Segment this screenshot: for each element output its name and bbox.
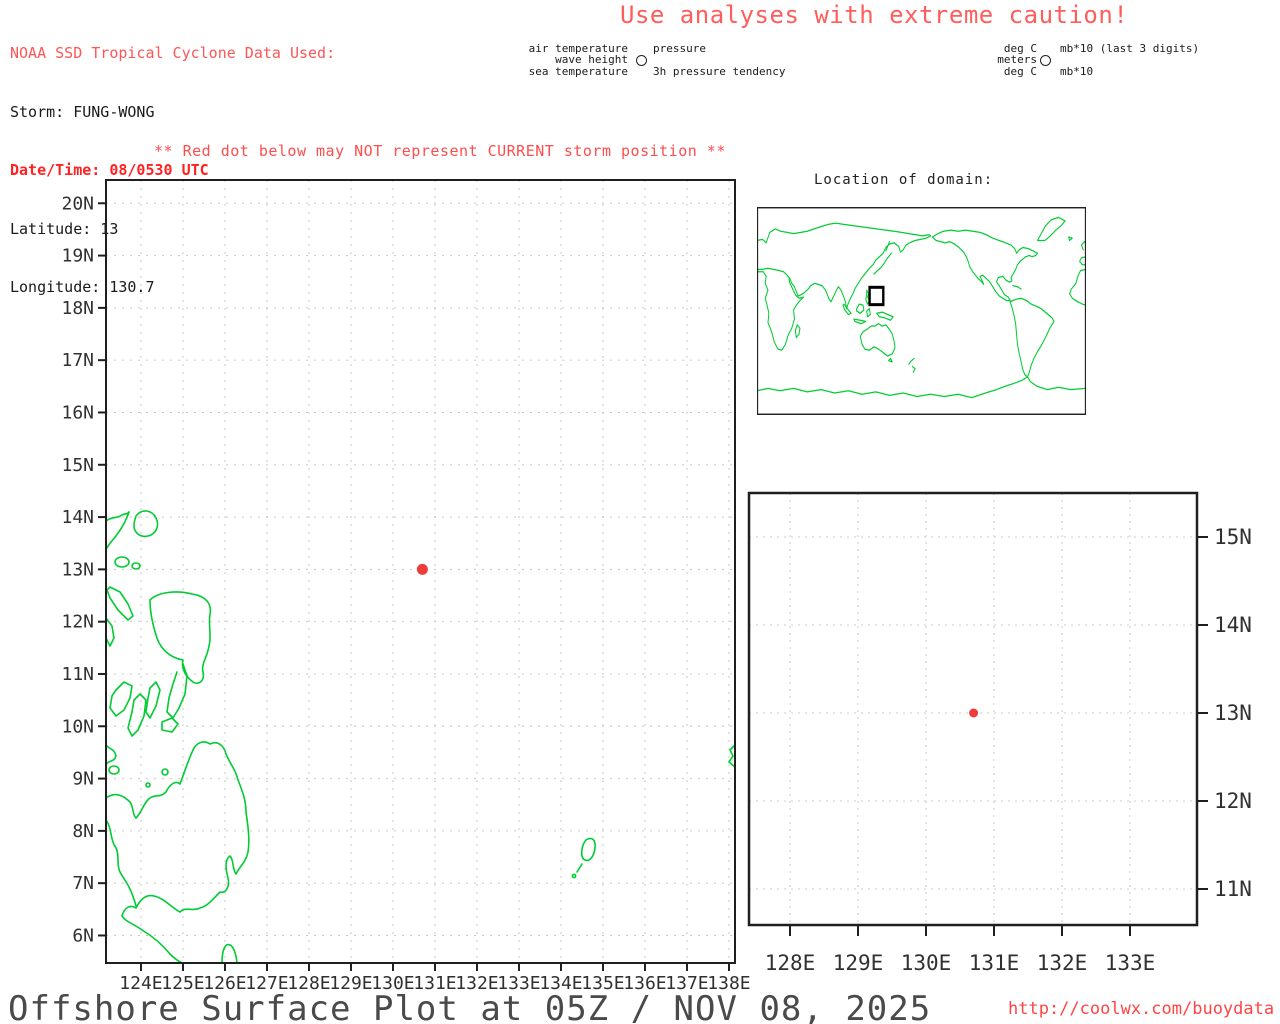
lat-tick-label: 6N: [72, 925, 94, 946]
zoom-map-axes: 128E 129E 130E 131E 132E 133E 15N 14N 13N 12N 11N: [765, 525, 1252, 975]
offshore-surface-plot-screen: NOAA SSD Tropical Cyclone Data Used: Sto…: [0, 0, 1280, 1024]
site-url-link[interactable]: http://coolwx.com/buoydata: [1008, 999, 1274, 1019]
noaa-source-line: NOAA SSD Tropical Cyclone Data Used:: [10, 44, 335, 64]
storm-name-line: Storm: FUNG-WONG: [10, 103, 335, 123]
legend-unit-mb10-label: mb*10: [1060, 66, 1093, 78]
lat-tick-label: 14N: [1214, 613, 1252, 637]
lon-tick-label: 128E: [765, 951, 816, 975]
lat-tick-label: 14N: [61, 507, 94, 528]
lat-tick-label: 12N: [1214, 789, 1252, 813]
lat-tick-label: 15N: [61, 455, 94, 476]
lat-tick-label: 7N: [72, 873, 94, 894]
main-map: 124E125E126E127E128E129E130E131E132E133E…: [40, 168, 760, 998]
lon-tick-label: 133E: [1105, 951, 1156, 975]
plot-title: Offshore Surface Plot at 05Z / NOV 08, 2…: [8, 989, 931, 1024]
lat-tick-label: 16N: [61, 402, 94, 423]
storm-position-dot: [969, 709, 978, 718]
lon-tick-label: 132E: [1037, 951, 1088, 975]
lat-tick-label: 18N: [61, 298, 94, 319]
lat-tick-label: 8N: [72, 821, 94, 842]
lat-tick-label: 10N: [61, 716, 94, 737]
lat-tick-label: 19N: [61, 246, 94, 267]
units-model-circle-icon: [1040, 55, 1051, 66]
legend-pressure-tendency-label: 3h pressure tendency: [653, 66, 785, 78]
lat-tick-label: 11N: [1214, 877, 1252, 901]
lon-tick-label: 131E: [969, 951, 1020, 975]
domain-box: [870, 287, 884, 304]
lon-tick-label: 130E: [901, 951, 952, 975]
lon-tick-label: 129E: [833, 951, 884, 975]
lat-tick-label: 17N: [61, 350, 94, 371]
lat-tick-label: 20N: [61, 193, 94, 214]
legend-pressure-label: pressure: [653, 43, 706, 55]
lat-tick-label: 11N: [61, 664, 94, 685]
inset-title: Location of domain:: [814, 172, 993, 188]
zoom-map: 128E 129E 130E 131E 132E 133E 15N 14N 13N 12N 11N: [740, 480, 1280, 992]
station-model-circle-icon: [636, 55, 647, 66]
legend-sea-temperature-label: sea temperature: [488, 66, 628, 78]
lat-tick-label: 15N: [1214, 525, 1252, 549]
lat-tick-label: 9N: [72, 769, 94, 790]
legend-unit-degc-bottom-label: deg C: [897, 66, 1037, 78]
lat-tick-label: 13N: [61, 559, 94, 580]
lat-tick-label: 13N: [1214, 701, 1252, 725]
philippines-coastlines: [106, 511, 735, 963]
storm-position-dot: [417, 564, 428, 575]
legend-unit-mb10-digits-label: mb*10 (last 3 digits): [1060, 43, 1199, 55]
world-map-inset: [757, 207, 1086, 415]
caution-headline: Use analyses with extreme caution!: [620, 1, 1128, 29]
world-coastlines: [757, 217, 1086, 397]
lat-tick-label: 12N: [61, 612, 94, 633]
storm-position-warning: ** Red dot below may NOT represent CURRE…: [154, 142, 726, 160]
